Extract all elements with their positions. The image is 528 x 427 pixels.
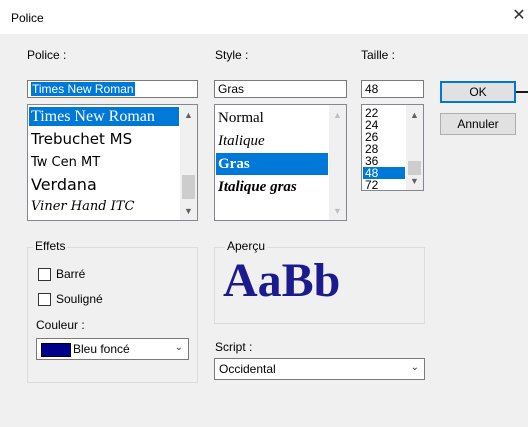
style-list-item[interactable]: Normal [216,107,328,129]
title-bar [0,0,528,34]
scroll-down-icon: ▼ [333,206,342,216]
size-list-item[interactable]: 36 [363,155,405,167]
style-list-item[interactable]: Gras [216,153,328,175]
effects-label: Effets [33,239,68,253]
underline-checkbox[interactable] [38,293,51,306]
scroll-up-icon: ▲ [333,110,342,120]
strikeout-label: Barré [56,267,86,281]
preview-sample: AaBb [223,254,341,307]
scroll-down-icon[interactable]: ▼ [406,173,423,190]
font-list-item[interactable]: Trebuchet MS [29,129,179,150]
color-label: Couleur : [36,318,85,332]
ok-button[interactable]: OK [440,81,516,103]
size-label: Taille : [361,48,396,62]
close-icon[interactable]: ✕ [510,6,528,26]
style-input[interactable]: Gras [214,80,347,98]
font-list-item[interactable]: Tw Cen MT [29,153,179,173]
preview-label: Aperçu [225,239,268,253]
size-list-scrollbar[interactable]: ▲ ▼ [406,105,423,190]
color-value: Bleu foncé [73,342,130,356]
size-list-item[interactable]: 72 [363,179,405,190]
size-list-item[interactable]: 28 [363,143,405,155]
script-label: Script : [215,340,253,354]
effects-group [27,247,198,383]
font-list-item[interactable]: Viner Hand ITC [29,197,179,217]
size-list-item[interactable]: 26 [363,131,405,143]
font-name-input[interactable]: Times New Roman [27,80,198,98]
font-list-item[interactable]: Verdana [29,174,179,196]
size-list-item[interactable]: 24 [363,119,405,131]
chevron-down-icon: ⌄ [174,342,183,353]
chevron-down-icon: ⌄ [410,362,419,373]
style-label: Style : [215,48,249,62]
font-list-scrollbar[interactable]: ▲ ▼ [180,105,197,220]
script-select[interactable]: Occidental ⌄ [214,358,425,380]
size-listbox[interactable]: 22 24 26 28 36 48 72 ▲ ▼ [361,104,424,191]
scroll-thumb[interactable] [182,175,195,199]
font-listbox[interactable]: Times New Roman Trebuchet MS Tw Cen MT V… [27,104,198,221]
style-list-item[interactable]: Italique [216,130,328,152]
cancel-button[interactable]: Annuler [440,113,516,135]
size-list-item[interactable]: 48 [363,167,405,179]
focus-indicator [516,91,528,93]
font-list-item[interactable]: Times New Roman [29,107,179,126]
font-name-value: Times New Roman [31,82,135,96]
script-value: Occidental [219,362,276,376]
size-input[interactable]: 48 [361,80,424,98]
style-listbox[interactable]: Normal Italique Gras Italique gras ▲ ▼ [214,104,347,221]
underline-label: Souligné [56,292,103,306]
size-list-item[interactable]: 22 [363,107,405,119]
window-title: Police [11,11,44,25]
color-swatch [41,343,71,357]
strikeout-checkbox[interactable] [38,268,51,281]
color-select[interactable]: Bleu foncé ⌄ [36,338,189,360]
font-label: Police : [27,48,67,62]
style-list-scrollbar[interactable]: ▲ ▼ [329,105,346,220]
style-list-item[interactable]: Italique gras [216,176,328,198]
scroll-down-icon[interactable]: ▼ [180,203,197,220]
scroll-up-icon[interactable]: ▲ [180,107,197,124]
scroll-up-icon[interactable]: ▲ [406,107,423,124]
